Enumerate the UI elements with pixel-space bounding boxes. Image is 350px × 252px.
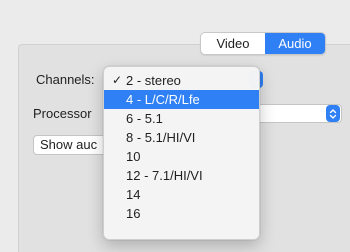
processor-popup[interactable] <box>250 104 342 123</box>
chevron-up-down-icon <box>329 108 337 119</box>
channels-label: Channels: <box>36 72 95 87</box>
menu-item-4-lcrlfe[interactable]: 4 - L/C/R/Lfe <box>104 90 259 109</box>
video-audio-segmented-control: Video Audio <box>200 32 326 55</box>
menu-item-16[interactable]: 16 <box>104 204 259 223</box>
tab-audio[interactable]: Audio <box>265 33 325 54</box>
tab-video[interactable]: Video <box>201 33 265 54</box>
menu-item-label: 4 - L/C/R/Lfe <box>126 92 200 107</box>
audio-settings-window: Video Audio Channels: Processor Show auc… <box>0 0 350 252</box>
processor-label: Processor <box>33 106 92 121</box>
menu-item-label: 12 - 7.1/HI/VI <box>126 168 203 183</box>
processor-popup-arrows[interactable] <box>326 105 340 122</box>
menu-item-6-5-1[interactable]: 6 - 5.1 <box>104 109 259 128</box>
menu-item-2-stereo[interactable]: ✓ 2 - stereo <box>104 71 259 90</box>
show-audio-button[interactable]: Show auc <box>33 135 113 155</box>
menu-item-8-5-1-hi-vi[interactable]: 8 - 5.1/HI/VI <box>104 128 259 147</box>
menu-item-label: 6 - 5.1 <box>126 111 163 126</box>
checkmark-icon: ✓ <box>112 73 123 87</box>
menu-item-label: 16 <box>126 206 141 221</box>
channels-dropdown-menu: ✓ 2 - stereo 4 - L/C/R/Lfe 6 - 5.1 8 - 5… <box>103 66 260 240</box>
menu-item-label: 8 - 5.1/HI/VI <box>126 130 196 145</box>
menu-item-label: 2 - stereo <box>126 73 181 88</box>
menu-item-10[interactable]: 10 <box>104 147 259 166</box>
menu-item-label: 10 <box>126 149 141 164</box>
menu-item-label: 14 <box>126 187 141 202</box>
menu-item-14[interactable]: 14 <box>104 185 259 204</box>
menu-item-12-7-1-hi-vi[interactable]: 12 - 7.1/HI/VI <box>104 166 259 185</box>
